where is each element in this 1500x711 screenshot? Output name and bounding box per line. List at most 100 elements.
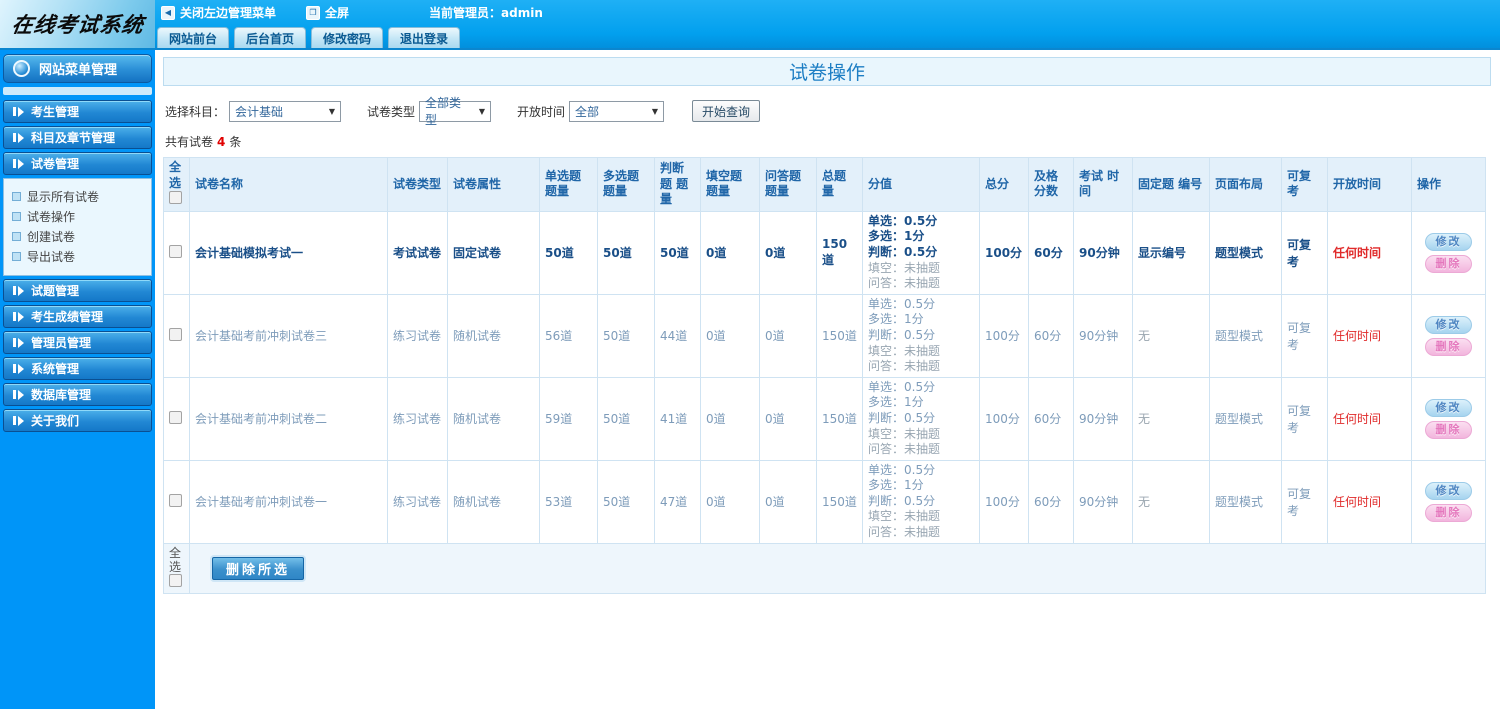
cell-score-values: 单选：0.5分 多选：1分 判断：0.5分 填空：未抽题 问答：未抽题 <box>862 376 980 461</box>
footer-actions-cell: 删除所选 <box>189 542 1486 594</box>
cell-paper-name: 会计基础考前冲刺试卷三 <box>189 293 388 378</box>
menu-arrow-icon <box>13 132 24 143</box>
sidebar-item-system-mgmt[interactable]: 系统管理 <box>3 357 152 380</box>
type-filter-label: 试卷类型 <box>367 104 416 119</box>
tab-site-front[interactable]: 网站前台 <box>157 27 230 48</box>
top-tabs: 网站前台 后台首页 修改密码 退出登录 <box>157 27 461 48</box>
cell-total-count: 150道 <box>816 459 863 544</box>
cell-pass-score: 60分 <box>1028 293 1074 378</box>
search-button[interactable]: 开始查询 <box>692 100 761 122</box>
bullet-square-icon <box>12 191 21 201</box>
header-retake: 可复考 <box>1281 157 1328 212</box>
sidebar-item-score-mgmt[interactable]: 考生成绩管理 <box>3 305 152 328</box>
header-qa-count: 问答题 题量 <box>759 157 817 212</box>
sidebar-header: 网站菜单管理 <box>3 54 152 83</box>
select-all-label: 全选 <box>169 160 182 190</box>
sidebar-item-examinee-mgmt[interactable]: 考生管理 <box>3 100 152 123</box>
paper-type-select[interactable]: 全部类型 ▼ <box>419 96 492 127</box>
submenu-item-label: 创建试卷 <box>27 229 76 244</box>
cell-total-score: 100分 <box>979 376 1029 461</box>
cell-retake: 可复考 <box>1281 210 1328 295</box>
sidebar-item-label: 科目及章节管理 <box>31 131 116 145</box>
sidebar-item-database-mgmt[interactable]: 数据库管理 <box>3 383 152 406</box>
sidebar-item-label: 考生成绩管理 <box>31 310 104 324</box>
cell-fixed-number: 显示编号 <box>1132 210 1210 295</box>
collapse-menu-button[interactable]: ◀ 关闭左边管理菜单 <box>161 4 276 21</box>
tab-change-password[interactable]: 修改密码 <box>311 27 384 48</box>
sidebar-item-about-us[interactable]: 关于我们 <box>3 409 152 432</box>
sidebar-item-subject-chapter-mgmt[interactable]: 科目及章节管理 <box>3 126 152 149</box>
cell-retake: 可复考 <box>1281 293 1328 378</box>
cell-paper-type: 练习试卷 <box>387 293 448 378</box>
cell-paper-type: 考试试卷 <box>387 210 448 295</box>
cell-single-count: 50道 <box>539 210 598 295</box>
submenu-item-create-paper[interactable]: 创建试卷 <box>4 226 151 246</box>
row-checkbox[interactable] <box>169 410 182 424</box>
cell-total-count: 150道 <box>816 210 863 295</box>
cell-score-values: 单选：0.5分 多选：1分 判断：0.5分 填空：未抽题 问答：未抽题 <box>862 459 980 544</box>
count-prefix: 共有试卷 <box>165 135 214 149</box>
cell-paper-attr: 随机试卷 <box>447 293 540 378</box>
sidebar-item-paper-mgmt[interactable]: 试卷管理 <box>3 152 152 175</box>
submenu-item-paper-operations[interactable]: 试卷操作 <box>4 206 151 226</box>
cell-paper-name: 会计基础考前冲刺试卷一 <box>189 459 388 544</box>
cell-judge-count: 50道 <box>654 210 701 295</box>
cell-page-layout: 题型模式 <box>1209 293 1282 378</box>
sidebar-item-question-mgmt[interactable]: 试题管理 <box>3 279 152 302</box>
header-single-count: 单选题 题量 <box>539 157 598 212</box>
row-checkbox[interactable] <box>169 493 182 507</box>
delete-button[interactable]: 删除 <box>1425 420 1472 439</box>
edit-button[interactable]: 修改 <box>1425 481 1472 500</box>
edit-button[interactable]: 修改 <box>1425 398 1472 417</box>
delete-button[interactable]: 删除 <box>1425 254 1472 273</box>
header-operations: 操作 <box>1411 157 1486 212</box>
edit-button[interactable]: 修改 <box>1425 232 1472 251</box>
subject-select[interactable]: 会计基础 ▼ <box>229 100 342 122</box>
cell-total-score: 100分 <box>979 210 1029 295</box>
subject-filter-label: 选择科目： <box>165 104 226 119</box>
current-admin-label: 当前管理员：admin <box>429 6 543 20</box>
cell-fixed-number: 无 <box>1132 376 1210 461</box>
cell-fixed-number: 无 <box>1132 459 1210 544</box>
papers-table: 全选 试卷名称 试卷类型 试卷属性 单选题 题量 多选题 题量 判断题 题量 填… <box>163 157 1486 594</box>
row-checkbox[interactable] <box>169 327 182 341</box>
cell-fixed-number: 无 <box>1132 293 1210 378</box>
header-exam-time: 考试 时间 <box>1073 157 1133 212</box>
tab-admin-home[interactable]: 后台首页 <box>234 27 307 48</box>
dropdown-arrow-icon: ▼ <box>328 106 336 116</box>
table-footer-row: 全选 删除所选 <box>163 542 1486 594</box>
cell-multi-count: 50道 <box>597 459 655 544</box>
cell-open-time: 任何时间 <box>1327 293 1412 378</box>
header-page-layout: 页面布局 <box>1209 157 1282 212</box>
select-all-checkbox[interactable] <box>169 191 182 205</box>
row-checkbox[interactable] <box>169 244 182 258</box>
sidebar-header-label: 网站菜单管理 <box>39 63 118 78</box>
open-time-select[interactable]: 全部 ▼ <box>569 100 665 122</box>
menu-arrow-icon <box>13 106 24 117</box>
delete-button[interactable]: 删除 <box>1425 503 1472 522</box>
submenu-item-export-paper[interactable]: 导出试卷 <box>4 246 151 266</box>
sidebar: 网站菜单管理 考生管理 科目及章节管理 试卷管理 显示所有试卷 试卷操作 创建试… <box>0 50 155 709</box>
table-row: 会计基础考前冲刺试卷三 练习试卷 随机试卷 56道 50道 44道 0道 0道 … <box>163 293 1486 378</box>
footer-select-all-checkbox[interactable] <box>169 574 182 588</box>
sidebar-item-admin-mgmt[interactable]: 管理员管理 <box>3 331 152 354</box>
collapse-menu-label: 关闭左边管理菜单 <box>180 6 277 20</box>
cell-exam-time: 90分钟 <box>1073 293 1133 378</box>
cell-fill-count: 0道 <box>700 376 760 461</box>
header-total-score: 总分 <box>979 157 1029 212</box>
submenu-item-show-all-papers[interactable]: 显示所有试卷 <box>4 186 151 206</box>
delete-selected-button[interactable]: 删除所选 <box>212 556 305 580</box>
cell-page-layout: 题型模式 <box>1209 459 1282 544</box>
table-row: 会计基础考前冲刺试卷二 练习试卷 随机试卷 59道 50道 41道 0道 0道 … <box>163 376 1486 461</box>
delete-button[interactable]: 删除 <box>1425 337 1472 356</box>
cell-fill-count: 0道 <box>700 293 760 378</box>
top-nav-row: ◀ 关闭左边管理菜单 ❐ 全屏 当前管理员：admin <box>155 0 1500 25</box>
cell-pass-score: 60分 <box>1028 376 1074 461</box>
sidebar-filler <box>0 432 155 709</box>
edit-button[interactable]: 修改 <box>1425 315 1472 334</box>
submenu-item-label: 导出试卷 <box>27 249 76 264</box>
fullscreen-button[interactable]: ❐ 全屏 <box>306 4 349 21</box>
bullet-square-icon <box>12 211 21 221</box>
cell-retake: 可复考 <box>1281 376 1328 461</box>
tab-logout[interactable]: 退出登录 <box>388 27 461 48</box>
